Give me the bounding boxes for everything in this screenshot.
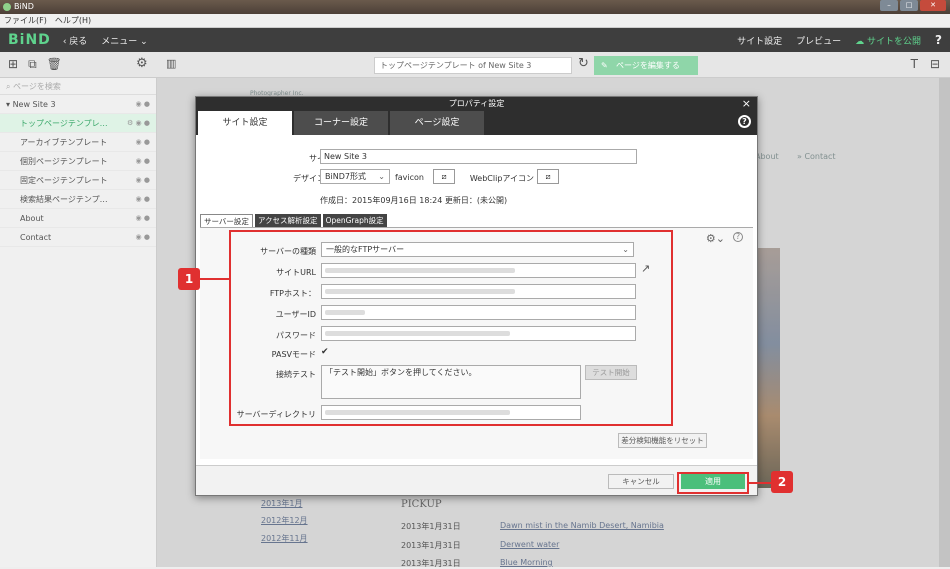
eye-icon[interactable]: ◉ ● — [136, 190, 150, 209]
sidebar-page-item[interactable]: 検索結果ページテンプ… ◉ ● — [0, 190, 156, 209]
annotation-box-server — [229, 230, 673, 426]
sidebar-page-item[interactable]: アーカイブテンプレート ◉ ● — [0, 133, 156, 152]
cancel-button[interactable]: キャンセル — [608, 474, 674, 489]
server-subtabs: サーバー設定 アクセス解析設定 OpenGraph設定 — [200, 214, 387, 227]
eye-icon[interactable]: ◉ ● — [136, 152, 150, 171]
preview-button[interactable]: プレビュー — [796, 34, 841, 47]
page-label: 個別ページテンプレート — [20, 157, 108, 166]
close-icon[interactable]: × — [742, 97, 751, 111]
tab-corner-settings[interactable]: コーナー設定 — [294, 111, 388, 135]
search-placeholder: ページを検索 — [13, 82, 61, 91]
tab-opengraph-settings[interactable]: OpenGraph設定 — [322, 214, 387, 227]
help-icon[interactable]: ? — [738, 115, 751, 128]
minimize-button[interactable]: – — [880, 0, 898, 11]
toolbar: ⊞ ⧉ 🗑 ⚙ ▥ トップページテンプレート of New Site 3 ↻ ✎… — [0, 52, 950, 78]
tab-site-settings[interactable]: サイト設定 — [198, 111, 292, 135]
eye-icon[interactable]: ⚙ ◉ ● — [127, 114, 150, 133]
eye-icon[interactable]: ◉ ● — [136, 171, 150, 190]
menubar: ファイル(F) ヘルプ(H) — [0, 14, 950, 28]
publish-button[interactable]: ☁ サイトを公開 — [855, 34, 921, 47]
edit-page-label: ページを編集する — [616, 61, 680, 70]
back-button[interactable]: ‹ 戻る — [63, 34, 87, 47]
edit-page-button[interactable]: ✎ ページを編集する — [594, 56, 698, 75]
eye-icon[interactable]: ◉ ● — [136, 95, 150, 114]
annotation-marker: 1 — [178, 268, 200, 290]
design-format-value: BiND7形式 — [325, 172, 366, 181]
annotation-box-apply — [677, 472, 749, 494]
window-title: BiND — [14, 2, 34, 11]
created-info: 作成日：2015年09月16日 18:24 更新日：(未公開) — [320, 196, 508, 205]
sidebar-page-item[interactable]: トップページテンプレ… ⚙ ◉ ● — [0, 114, 156, 133]
help-icon[interactable]: ? — [733, 232, 743, 242]
window-controls: – □ ✕ — [880, 0, 946, 12]
duplicate-page-icon[interactable]: ⧉ — [28, 57, 37, 72]
reload-icon[interactable]: ↻ — [578, 56, 589, 71]
gear-icon[interactable]: ⚙⌄ — [706, 232, 725, 245]
site-name-field[interactable]: New Site 3 — [320, 149, 637, 164]
sidebar-page-item[interactable]: Contact ◉ ● — [0, 228, 156, 247]
eye-icon[interactable]: ◉ ● — [136, 209, 150, 228]
dialog-footer: キャンセル 適用 — [196, 465, 757, 495]
panel-toggle-icon[interactable]: ▥ — [166, 57, 176, 70]
pencil-icon: ✎ — [601, 61, 608, 70]
chevron-down-icon: ⌄ — [378, 172, 385, 181]
sidebar: ⌕ ページを検索 ▾ New Site 3 ◉ ● トップページテンプレ… ⚙ ◉ … — [0, 78, 157, 567]
dialog-title: プロパティ設定 — [448, 99, 505, 108]
sidebar-page-item[interactable]: About ◉ ● — [0, 209, 156, 228]
layout-icon[interactable]: ⊟ — [930, 57, 940, 71]
annotation-line — [200, 278, 230, 280]
sidebar-page-item[interactable]: 個別ページテンプレート ◉ ● — [0, 152, 156, 171]
site-node[interactable]: ▾ New Site 3 ◉ ● — [0, 95, 156, 114]
add-page-icon[interactable]: ⊞ — [8, 57, 18, 72]
no-image-icon: ⧄ — [441, 172, 447, 181]
dialog-titlebar: プロパティ設定 × — [196, 97, 757, 111]
page-label: トップページテンプレ… — [20, 119, 108, 128]
window-titlebar: BiND – □ ✕ — [0, 0, 950, 14]
design-format-select[interactable]: BiND7形式 ⌄ — [320, 169, 390, 184]
dialog-tabs: サイト設定 コーナー設定 ページ設定 ? — [196, 111, 757, 135]
page-label: 固定ページテンプレート — [20, 176, 108, 185]
eye-icon[interactable]: ◉ ● — [136, 133, 150, 152]
help-icon[interactable]: ? — [935, 33, 942, 47]
menu-file[interactable]: ファイル(F) — [4, 14, 47, 27]
tab-analytics-settings[interactable]: アクセス解析設定 — [254, 214, 321, 227]
app-logo: BiND — [8, 32, 51, 48]
sidebar-page-item[interactable]: 固定ページテンプレート ◉ ● — [0, 171, 156, 190]
tab-page-settings[interactable]: ページ設定 — [390, 111, 484, 135]
annotation-marker: 2 — [771, 471, 793, 493]
maximize-button[interactable]: □ — [900, 0, 918, 11]
site-settings-button[interactable]: サイト設定 — [737, 34, 782, 47]
menu-button[interactable]: メニュー ⌄ — [101, 34, 147, 47]
page-search-input[interactable]: ⌕ ページを検索 — [0, 78, 156, 95]
favicon-picker[interactable]: ⧄ — [433, 169, 455, 184]
no-image-icon: ⧄ — [545, 172, 551, 181]
close-window-button[interactable]: ✕ — [920, 0, 946, 11]
app-header: BiND ‹ 戻る メニュー ⌄ サイト設定 プレビュー ☁ サイトを公開 ? — [0, 28, 950, 52]
publish-label: サイトを公開 — [867, 36, 922, 47]
current-page-field[interactable]: トップページテンプレート of New Site 3 — [374, 57, 572, 74]
page-label: 検索結果ページテンプ… — [20, 195, 108, 204]
page-label: About — [20, 214, 44, 223]
text-style-icon[interactable]: T — [911, 57, 918, 71]
webclip-picker[interactable]: ⧄ — [537, 169, 559, 184]
trash-icon[interactable]: 🗑 — [47, 57, 62, 72]
tab-server-settings[interactable]: サーバー設定 — [200, 214, 253, 227]
search-icon: ⌕ — [6, 82, 14, 91]
page-label: アーカイブテンプレート — [20, 138, 108, 147]
reset-diff-detection-button[interactable]: 差分検知機能をリセット — [618, 433, 707, 448]
cloud-icon: ☁ — [855, 36, 868, 47]
app-icon — [3, 3, 11, 11]
favicon-label: favicon — [394, 173, 424, 182]
annotation-line — [749, 482, 771, 484]
site-name: New Site 3 — [12, 100, 56, 109]
gear-icon[interactable]: ⚙ — [136, 56, 148, 71]
webclip-label: WebClipアイコン — [469, 174, 534, 183]
menu-help[interactable]: ヘルプ(H) — [55, 14, 91, 27]
eye-icon[interactable]: ◉ ● — [136, 228, 150, 247]
page-label: Contact — [20, 233, 52, 242]
